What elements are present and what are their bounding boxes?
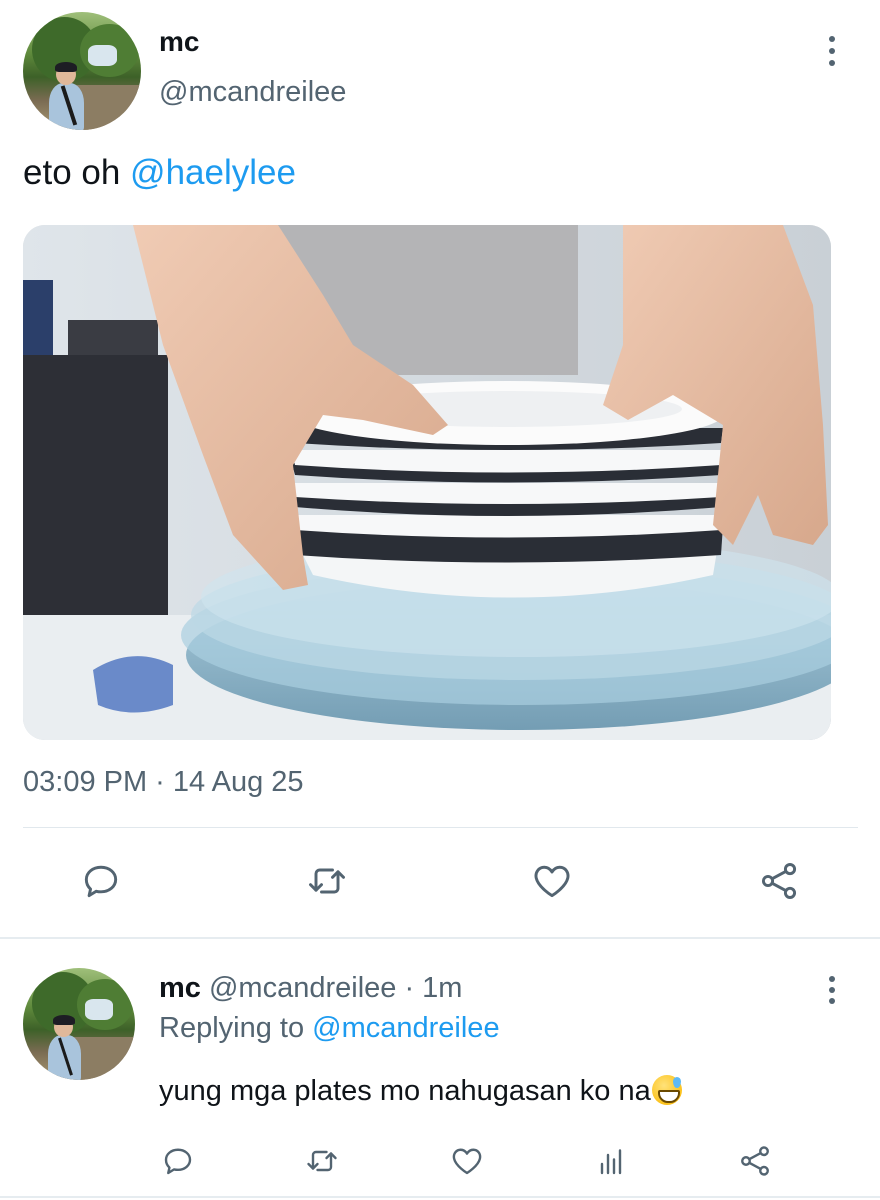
reply-analytics-button[interactable] bbox=[586, 1136, 636, 1186]
like-icon bbox=[452, 1148, 482, 1175]
reply-icon bbox=[164, 1148, 192, 1175]
more-options-icon[interactable] bbox=[820, 36, 844, 66]
replying-to-link[interactable]: @mcandreilee bbox=[312, 1012, 499, 1044]
analytics-icon bbox=[600, 1149, 622, 1175]
display-name[interactable]: mc bbox=[159, 26, 199, 58]
reply-more-options-icon[interactable] bbox=[820, 976, 844, 1004]
main-tweet[interactable]: mc @mcandreilee eto oh @haelylee 03:09 P… bbox=[0, 0, 880, 938]
mention-link[interactable]: @haelylee bbox=[130, 153, 296, 192]
retweet-icon bbox=[307, 1150, 337, 1172]
reply-header: mc @mcandreilee · 1m bbox=[159, 972, 462, 1005]
like-icon bbox=[534, 865, 570, 898]
reply-text: yung mga plates mo nahugasan ko na bbox=[159, 1075, 682, 1108]
reply-like-button[interactable] bbox=[442, 1136, 492, 1186]
like-button[interactable] bbox=[527, 856, 577, 906]
media-image bbox=[23, 225, 831, 740]
reply-text-body: yung mga plates mo nahugasan ko na bbox=[159, 1075, 651, 1107]
avatar[interactable] bbox=[23, 12, 141, 130]
tweet-media[interactable] bbox=[23, 225, 831, 740]
tweet-text: eto oh @haelylee bbox=[23, 153, 296, 193]
grinning-face-with-sweat-icon bbox=[651, 1075, 682, 1105]
reply-reply-button[interactable] bbox=[153, 1136, 203, 1186]
bottom-divider bbox=[0, 1196, 880, 1198]
divider bbox=[23, 827, 858, 828]
reply-handle-time[interactable]: @mcandreilee · 1m bbox=[201, 972, 462, 1004]
reply-retweet-button[interactable] bbox=[297, 1136, 347, 1186]
reply-share-button[interactable] bbox=[730, 1136, 780, 1186]
retweet-button[interactable] bbox=[302, 856, 352, 906]
share-icon bbox=[741, 1146, 769, 1176]
tweet-timestamp[interactable]: 03:09 PM · 14 Aug 25 bbox=[23, 766, 304, 799]
retweet-icon bbox=[309, 868, 345, 894]
reply-avatar[interactable] bbox=[23, 968, 135, 1080]
replying-to: Replying to @mcandreilee bbox=[159, 1012, 500, 1045]
share-icon bbox=[761, 863, 797, 899]
share-button[interactable] bbox=[754, 856, 804, 906]
user-handle[interactable]: @mcandreilee bbox=[159, 76, 346, 109]
section-divider bbox=[0, 937, 880, 939]
tweet-text-body: eto oh bbox=[23, 153, 131, 192]
replying-label: Replying to bbox=[159, 1012, 313, 1044]
reply-icon bbox=[84, 865, 118, 898]
reply-button[interactable] bbox=[76, 856, 126, 906]
reply-display-name[interactable]: mc bbox=[159, 972, 201, 1004]
